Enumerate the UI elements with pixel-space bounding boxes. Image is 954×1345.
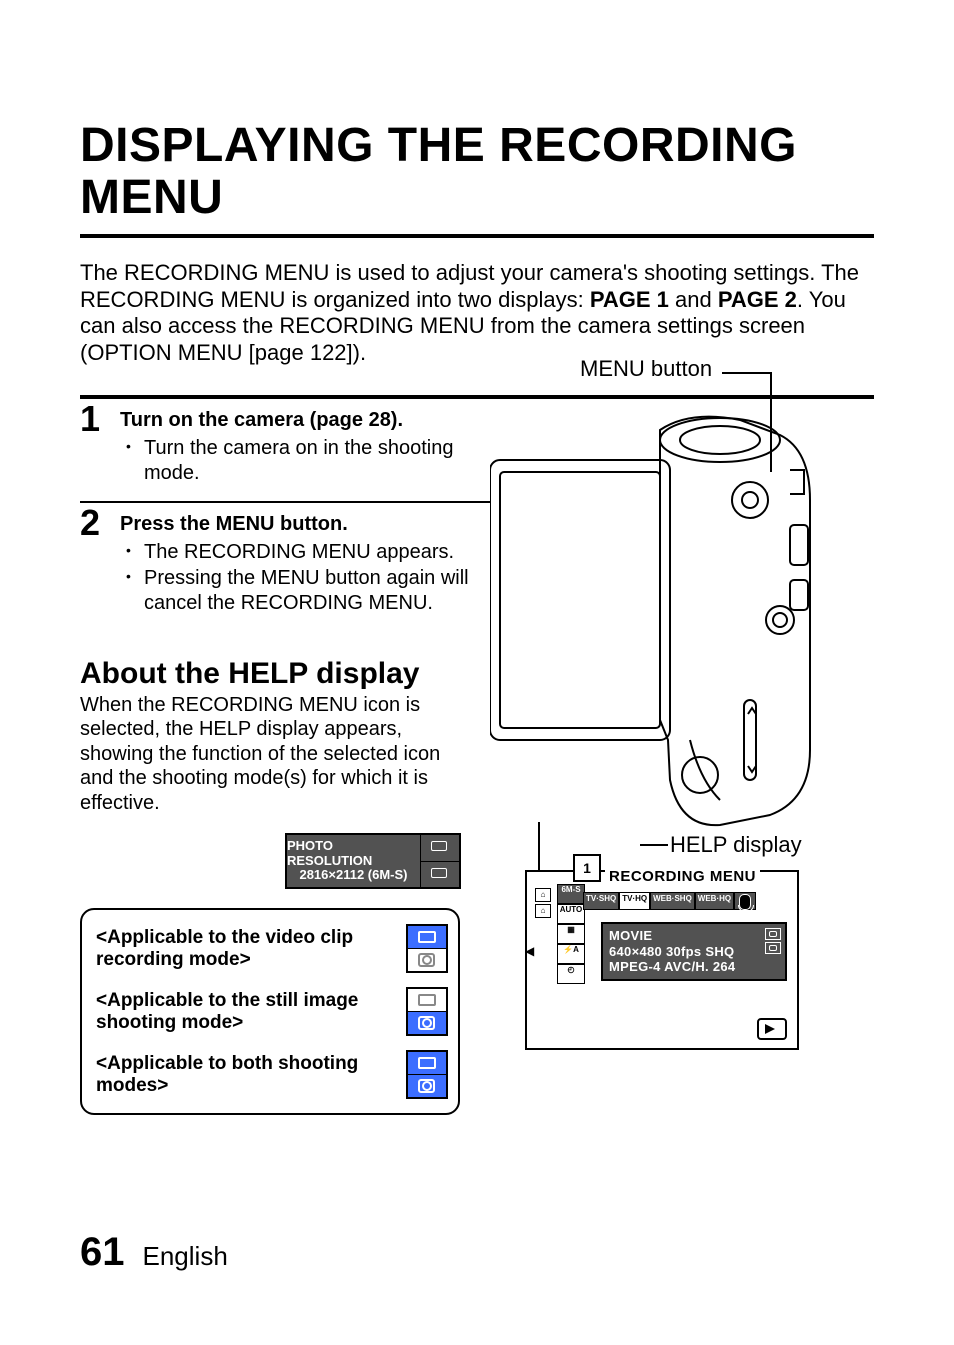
page-title: DISPLAYING THE RECORDING MENU	[80, 120, 874, 238]
hb-line-1: MOVIE	[609, 928, 779, 944]
recording-menu-page-chip: 1	[573, 854, 601, 882]
intro-page1-bold: PAGE 1	[590, 287, 669, 312]
step-1-number: 1	[80, 399, 120, 437]
left-chip-flash-text: A	[573, 945, 579, 954]
intro-line1: The RECORDING MENU is used to adjust you…	[80, 260, 815, 285]
recording-menu-title: RECORDING MENU	[605, 868, 760, 885]
legend-icons-both	[406, 1050, 448, 1099]
recording-menu-screen: 1 RECORDING MENU ⌂ ⌂ ◀ 6M-S AUTO ▦ ⚡A ◴ …	[525, 870, 799, 1050]
left-chip-flash: ⚡A	[557, 944, 585, 964]
step-2-bullet-1: The RECORDING MENU appears.	[144, 540, 490, 564]
step-1-bullet-1: Turn the camera on in the shooting mode.	[144, 436, 490, 485]
step-1: 1 Turn on the camera (page 28). Turn the…	[80, 399, 490, 501]
left-chip-timer: ◴	[557, 964, 585, 984]
menu-button-label: MENU button	[580, 358, 712, 380]
left-chip-3: ▦	[557, 924, 585, 944]
help-body: When the RECORDING MENU icon is selected…	[80, 693, 460, 815]
help-display-label: HELP display	[670, 834, 802, 856]
next-page-arrow-icon	[757, 1018, 787, 1040]
left-scroll-arrow-icon: ◀	[525, 944, 534, 958]
video-mode-icon	[408, 926, 446, 949]
legend-text-both: <Applicable to both shooting modes>	[96, 1053, 398, 1097]
page-footer: 61 English	[80, 1230, 228, 1275]
screen-left-chip-column: 6M-S AUTO ▦ ⚡A ◴	[557, 884, 585, 984]
tab-tvhq: TV·HQ	[619, 892, 650, 910]
photo-resolution-chip: PHOTO RESOLUTION 2816×2112 (6M-S)	[285, 833, 461, 889]
photo-mode-icon	[408, 1075, 446, 1097]
microphone-icon	[739, 894, 751, 910]
left-chip-auto: AUTO	[557, 904, 585, 924]
help-highlight-box: MOVIE 640×480 30fps SHQ MPEG-4 AVC/H. 26…	[601, 922, 787, 981]
legend-text-video: <Applicable to the video clip recording …	[96, 927, 398, 971]
step-2-number: 2	[80, 503, 120, 541]
step-1-head: Turn on the camera (page 28).	[120, 409, 490, 432]
photo-chip-line1: PHOTO RESOLUTION	[287, 839, 420, 869]
step-2-bullet-2: Pressing the MENU button again will canc…	[144, 566, 490, 615]
left-chip-6ms: 6M-S	[557, 884, 585, 904]
step-2-head: Press the MENU button.	[120, 513, 490, 536]
photo-mode-icon	[408, 949, 446, 971]
tab-tvshq: TV·SHQ	[583, 892, 619, 910]
side-cell-2: ⌂	[535, 904, 551, 918]
legend-icons-video	[406, 924, 448, 973]
tab-webshq: WEB·SHQ	[650, 892, 695, 910]
side-cell-1: ⌂	[535, 888, 551, 902]
tab-webhq: WEB·HQ	[695, 892, 734, 910]
intro-and: and	[669, 287, 718, 312]
legend-text-still: <Applicable to the still image shooting …	[96, 990, 398, 1034]
video-mode-icon	[408, 989, 446, 1012]
photo-mode-icon	[408, 1012, 446, 1034]
photo-chip-mode-icons	[420, 833, 461, 889]
highlight-mode-icons	[765, 928, 781, 954]
quality-tab-row: TV·SHQ TV·HQ WEB·SHQ WEB·HQ	[583, 892, 789, 910]
tab-mic-icon	[734, 892, 756, 910]
photo-mode-icon	[421, 862, 459, 888]
menu-button-leader-h	[722, 372, 772, 374]
legend-icons-still	[406, 987, 448, 1036]
video-mode-icon	[765, 928, 781, 940]
screen-side-column: ⌂ ⌂ ◀	[535, 888, 551, 1018]
photo-mode-icon	[765, 942, 781, 954]
video-mode-icon	[408, 1052, 446, 1075]
camera-illustration	[490, 380, 840, 840]
mode-legend-box: <Applicable to the video clip recording …	[80, 908, 460, 1115]
hb-line-2: 640×480 30fps SHQ	[609, 944, 779, 960]
page-language: English	[143, 1241, 228, 1272]
help-display-leader	[640, 844, 668, 846]
hb-line-3: MPEG-4 AVC/H. 264	[609, 959, 779, 975]
page-number: 61	[80, 1230, 125, 1275]
photo-chip-line2: 2816×2112 (6M-S)	[299, 868, 407, 883]
step-2: 2 Press the MENU button. The RECORDING M…	[80, 501, 490, 631]
intro-page2-bold: PAGE 2	[718, 287, 797, 312]
video-mode-icon	[421, 835, 459, 862]
